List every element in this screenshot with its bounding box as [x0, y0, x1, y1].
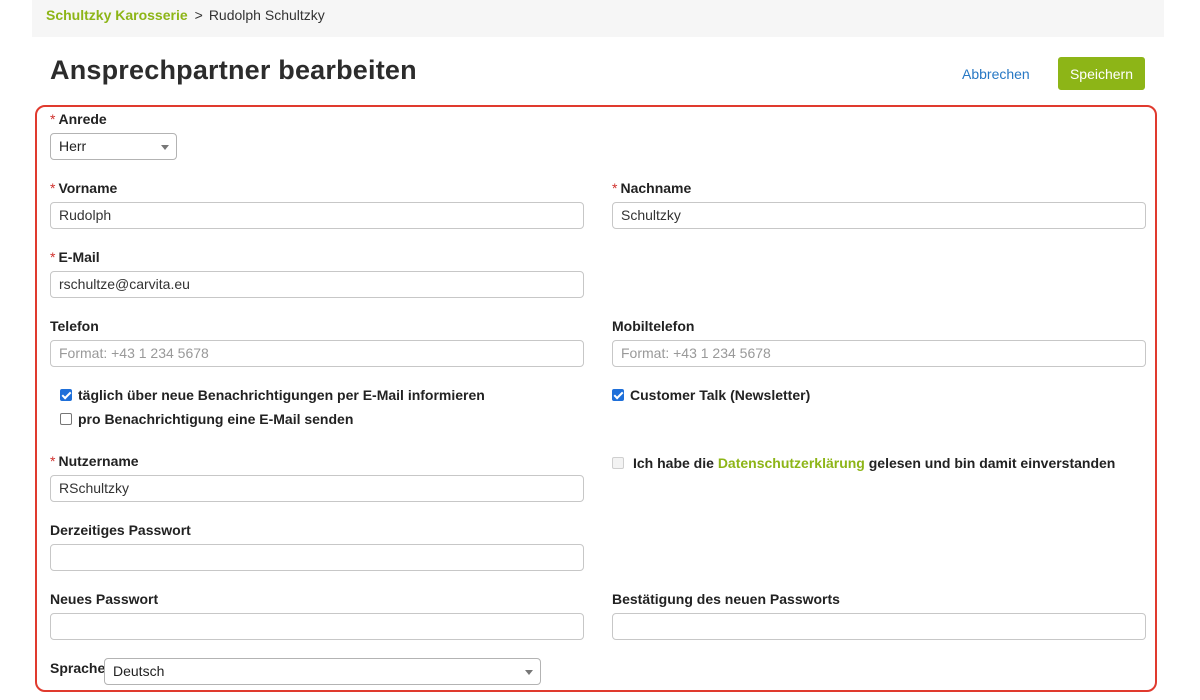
required-marker: * — [50, 180, 56, 196]
first-name-input[interactable]: Rudolph — [50, 202, 584, 229]
newsletter-option[interactable]: Customer Talk (Newsletter) — [612, 387, 810, 403]
first-name-label: * Vorname — [50, 180, 118, 196]
per-notification-label: pro Benachrichtigung eine E-Mail senden — [78, 411, 354, 427]
mobile-label: Mobiltelefon — [612, 318, 695, 334]
daily-email-option[interactable]: täglich über neue Benachrichtigungen per… — [60, 387, 485, 403]
chevron-down-icon — [161, 145, 169, 150]
required-marker: * — [50, 453, 56, 469]
newsletter-label: Customer Talk (Newsletter) — [630, 387, 811, 403]
confirm-password-input[interactable] — [612, 613, 1146, 640]
privacy-checkbox[interactable] — [612, 457, 624, 469]
top-bar: Schultzky Karosserie > Rudolph Schultzky — [32, 0, 1164, 37]
username-input[interactable]: RSchultzky — [50, 475, 584, 502]
confirm-password-label: Bestätigung des neuen Passworts — [612, 591, 840, 607]
last-name-input[interactable]: Schultzky — [612, 202, 1146, 229]
required-marker: * — [612, 180, 618, 196]
chevron-down-icon — [525, 670, 533, 675]
language-label: Sprache — [50, 660, 106, 676]
newsletter-checkbox[interactable] — [612, 389, 624, 401]
privacy-label: Ich habe die Datenschutzerklärung gelese… — [633, 455, 1116, 471]
daily-email-checkbox[interactable] — [60, 389, 72, 401]
current-password-input[interactable] — [50, 544, 584, 571]
language-select[interactable]: Deutsch — [104, 658, 541, 685]
privacy-option[interactable]: Ich habe die Datenschutzerklärung gelese… — [612, 455, 1115, 471]
salutation-label: * Anrede — [50, 111, 107, 127]
breadcrumb-separator: > — [194, 7, 203, 23]
email-label: * E-Mail — [50, 249, 100, 265]
current-password-label: Derzeitiges Passwort — [50, 522, 191, 538]
per-notification-option[interactable]: pro Benachrichtigung eine E-Mail senden — [60, 411, 353, 427]
per-notification-checkbox[interactable] — [60, 413, 72, 425]
cancel-link[interactable]: Abbrechen — [962, 66, 1030, 82]
email-field[interactable]: rschultze@carvita.eu — [50, 271, 584, 298]
required-marker: * — [50, 249, 56, 265]
salutation-value: Herr — [59, 138, 87, 154]
language-value: Deutsch — [113, 663, 165, 679]
page-title: Ansprechpartner bearbeiten — [50, 55, 417, 85]
privacy-policy-link[interactable]: Datenschutzerklärung — [718, 455, 865, 471]
salutation-select[interactable]: Herr — [50, 133, 177, 160]
mobile-input[interactable]: Format: +43 1 234 5678 — [612, 340, 1146, 367]
save-button[interactable]: Speichern — [1058, 57, 1145, 90]
phone-label: Telefon — [50, 318, 99, 334]
new-password-label: Neues Passwort — [50, 591, 159, 607]
username-label: * Nutzername — [50, 453, 139, 469]
daily-email-label: täglich über neue Benachrichtigungen per… — [78, 387, 485, 403]
breadcrumb-company-link[interactable]: Schultzky Karosserie — [46, 7, 188, 23]
last-name-label: * Nachname — [612, 180, 692, 196]
required-marker: * — [50, 111, 56, 127]
breadcrumb: Schultzky Karosserie > Rudolph Schultzky — [46, 7, 325, 23]
new-password-input[interactable] — [50, 613, 584, 640]
breadcrumb-current: Rudolph Schultzky — [208, 7, 325, 23]
phone-input[interactable]: Format: +43 1 234 5678 — [50, 340, 584, 367]
